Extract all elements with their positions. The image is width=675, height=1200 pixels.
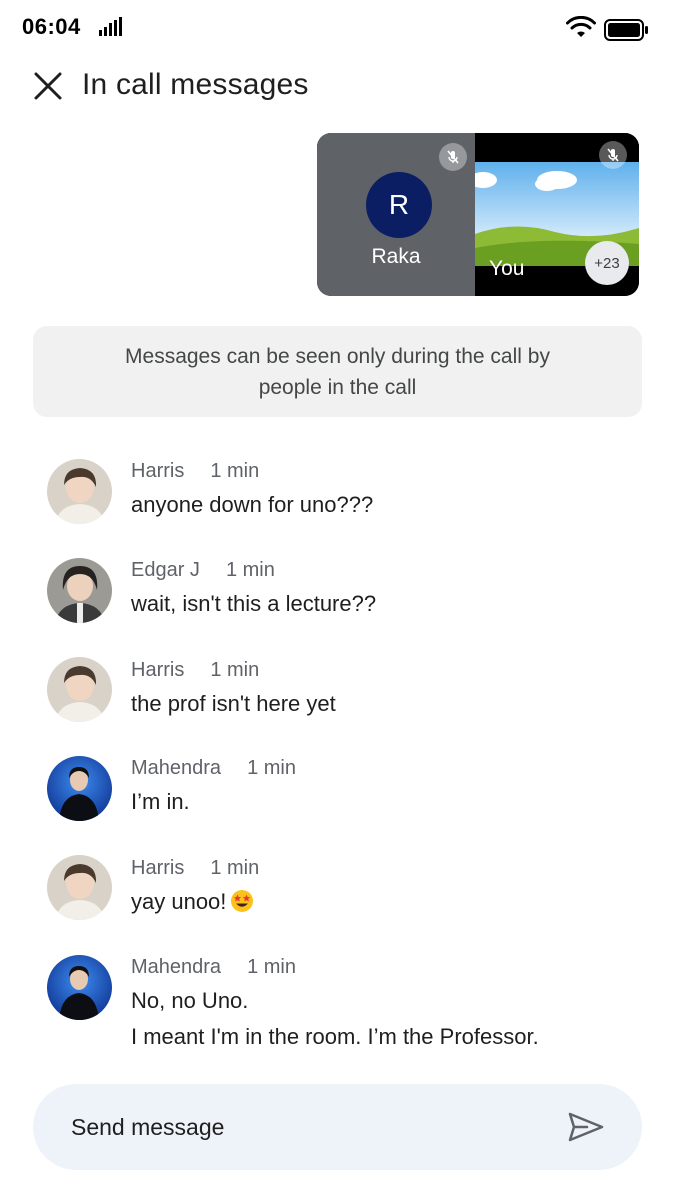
message-item: Edgar J 1 min wait, isn't this a lecture?… — [0, 557, 675, 627]
message-text: I meant I'm in the room. I’m the Profess… — [131, 1024, 539, 1049]
message-meta: Harris 1 min — [131, 857, 259, 880]
message-meta: Edgar J 1 min — [131, 559, 275, 582]
avatar — [47, 459, 112, 524]
battery-icon — [604, 19, 648, 41]
message-time: 1 min — [247, 956, 296, 978]
avatar — [47, 955, 112, 1020]
message-item: Harris 1 min anyone down for uno??? — [0, 458, 675, 528]
message-item: Harris 1 min the prof isn't here yet — [0, 657, 675, 727]
message-text: No, no Uno. — [131, 988, 249, 1013]
message-time: 1 min — [247, 757, 296, 779]
message-meta: Mahendra 1 min — [131, 956, 296, 979]
message-meta: Mahendra 1 min — [131, 757, 296, 780]
avatar — [47, 558, 112, 623]
status-time: 06:04 — [22, 14, 81, 39]
message-text: I’m in. — [131, 789, 190, 814]
mic-off-icon — [439, 143, 467, 171]
close-icon — [34, 72, 62, 100]
participant-tile[interactable]: R Raka — [317, 133, 475, 296]
others-count-badge[interactable]: +23 — [585, 241, 629, 285]
message-sender: Harris — [131, 460, 185, 482]
send-message-input[interactable] — [71, 1084, 551, 1170]
signal-icon — [99, 17, 122, 36]
mic-off-icon — [599, 141, 627, 169]
message-text: wait, isn't this a lecture?? — [131, 591, 377, 616]
message-time: 1 min — [210, 857, 260, 879]
avatar — [47, 855, 112, 920]
message-sender: Harris — [131, 659, 185, 681]
participant-avatar: R — [366, 172, 432, 238]
info-text: Messages can be seen only during the cal… — [125, 344, 550, 399]
avatar — [47, 657, 112, 722]
message-time: 1 min — [225, 559, 275, 581]
call-preview[interactable]: R Raka You +23 — [317, 133, 639, 296]
message-sender: Mahendra — [131, 757, 222, 779]
message-item: Mahendra 1 min I’m in. — [0, 755, 675, 825]
close-button[interactable] — [30, 68, 66, 104]
message-sender: Harris — [131, 857, 185, 879]
avatar — [47, 756, 112, 821]
wifi-icon — [566, 16, 596, 37]
message-sender: Edgar J — [131, 559, 200, 581]
message-text: yay unoo! — [131, 889, 254, 915]
participant-name: Raka — [371, 245, 421, 268]
message-text: the prof isn't here yet — [131, 691, 336, 716]
star-struck-emoji-icon — [231, 890, 254, 912]
message-sender: Mahendra — [131, 956, 222, 978]
message-time: 1 min — [210, 659, 260, 681]
info-banner: Messages can be seen only during the cal… — [33, 326, 642, 417]
message-item: Harris 1 min yay unoo! — [0, 855, 675, 925]
self-name: You — [489, 257, 525, 280]
status-bar: 06:04 — [0, 0, 675, 56]
message-time: 1 min — [210, 460, 260, 482]
message-text-content: yay unoo! — [131, 889, 227, 914]
message-item: Mahendra 1 min No, no Uno. I meant I'm in… — [0, 954, 675, 1054]
page-title: In call messages — [82, 68, 309, 101]
message-meta: Harris 1 min — [131, 659, 259, 682]
message-meta: Harris 1 min — [131, 460, 259, 483]
message-text: anyone down for uno??? — [131, 492, 374, 517]
send-icon — [568, 1112, 604, 1142]
participant-initial: R — [388, 189, 410, 220]
send-button[interactable] — [563, 1106, 609, 1148]
message-composer — [33, 1084, 642, 1170]
header: In call messages — [0, 60, 675, 116]
